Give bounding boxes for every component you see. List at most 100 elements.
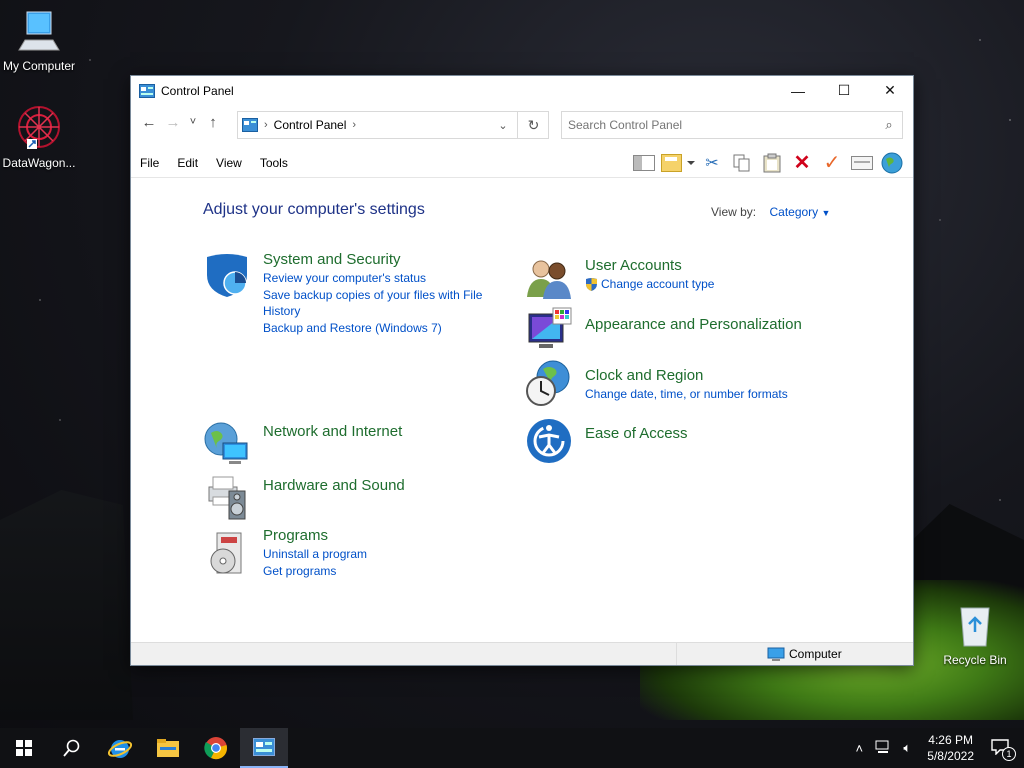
recent-locations-button[interactable]: ˅ xyxy=(185,110,201,134)
copy-icon[interactable] xyxy=(727,150,757,176)
menu-file[interactable]: File xyxy=(131,156,168,170)
category-title[interactable]: Clock and Region xyxy=(585,367,825,385)
delete-icon[interactable]: ✕ xyxy=(787,150,817,176)
minimize-button[interactable]: — xyxy=(775,76,821,105)
control-panel-icon xyxy=(139,83,155,98)
link-uninstall-program[interactable]: Uninstall a program xyxy=(263,546,503,562)
folder-icon xyxy=(157,739,179,757)
desktop-icon-recycle-bin[interactable]: Recycle Bin xyxy=(933,602,1017,667)
clock-date: 5/8/2022 xyxy=(927,749,974,763)
category-title[interactable]: Programs xyxy=(263,527,503,545)
address-dropdown-icon[interactable]: ⌄ xyxy=(490,119,516,132)
properties-icon[interactable] xyxy=(847,150,877,176)
computer-icon xyxy=(767,647,785,661)
menu-tools[interactable]: Tools xyxy=(251,156,297,170)
action-center-icon[interactable]: 1 xyxy=(988,738,1016,761)
taskbar: ˄ 🔈︎ 4:26 PM 5/8/2022 1 xyxy=(0,728,1024,768)
desktop-icon-label: Recycle Bin xyxy=(943,653,1007,667)
category-title[interactable]: User Accounts xyxy=(585,257,825,275)
ease-of-access-icon xyxy=(527,419,571,463)
appearance-icon xyxy=(528,307,572,348)
windows-logo-icon xyxy=(16,740,32,756)
menu-edit[interactable]: Edit xyxy=(168,156,207,170)
change-view-icon[interactable] xyxy=(659,150,697,176)
network-icon[interactable] xyxy=(871,740,895,757)
window-title: Control Panel xyxy=(161,83,234,98)
cut-icon[interactable]: ✂ xyxy=(697,150,727,176)
view-by-dropdown[interactable]: Category ▼ xyxy=(769,205,830,219)
page-title: Adjust your computer's settings xyxy=(203,201,425,218)
desktop-icon-label: My Computer xyxy=(2,59,76,73)
view-by-control: View by: Category ▼ xyxy=(711,205,830,219)
network-globe-icon xyxy=(204,422,248,464)
link-review-status[interactable]: Review your computer's status xyxy=(263,270,503,286)
menu-view[interactable]: View xyxy=(207,156,251,170)
desktop-icon-datawagon[interactable]: DataWagon... xyxy=(0,105,81,170)
search-icon xyxy=(63,739,80,757)
programs-icon xyxy=(210,532,242,574)
close-button[interactable]: ✕ xyxy=(867,76,913,105)
internet-explorer-icon xyxy=(108,740,132,758)
notification-count-badge: 1 xyxy=(1002,746,1016,761)
chrome-icon xyxy=(204,737,227,760)
main-content: Adjust your computer's settings View by:… xyxy=(131,179,913,642)
checkmark-icon[interactable]: ✓ xyxy=(817,150,847,176)
breadcrumb-chevron-icon[interactable]: › xyxy=(352,119,356,131)
control-panel-icon xyxy=(242,118,258,132)
maximize-button[interactable]: ☐ xyxy=(821,76,867,105)
status-computer: Computer xyxy=(767,647,842,661)
link-change-date-time[interactable]: Change date, time, or number formats xyxy=(585,386,825,402)
menu-bar: File Edit View Tools ✂ ✕ ✓ xyxy=(131,148,913,178)
control-panel-window: Control Panel — ☐ ✕ ← → ˅ ↑ › Control Pa… xyxy=(130,75,914,666)
system-tray: ˄ 🔈︎ 4:26 PM 5/8/2022 1 xyxy=(847,728,1024,768)
refresh-button[interactable]: ↻ xyxy=(517,111,549,139)
control-panel-icon xyxy=(253,738,275,756)
category-title[interactable]: System and Security xyxy=(263,251,503,269)
category-title[interactable]: Ease of Access xyxy=(585,425,825,443)
category-title[interactable]: Appearance and Personalization xyxy=(585,316,825,334)
back-button[interactable]: ← xyxy=(137,110,161,134)
status-bar: Computer xyxy=(131,642,913,665)
category-title[interactable]: Network and Internet xyxy=(263,423,503,441)
users-icon xyxy=(527,260,571,299)
toolbar: ✂ ✕ ✓ xyxy=(629,150,913,176)
datawagon-icon xyxy=(18,106,60,149)
paste-icon[interactable] xyxy=(757,150,787,176)
clock[interactable]: 4:26 PM 5/8/2022 xyxy=(927,732,974,764)
forward-button[interactable]: → xyxy=(161,110,185,134)
uac-shield-icon xyxy=(586,278,597,291)
address-bar[interactable]: › Control Panel › ⌄ xyxy=(237,111,549,139)
show-hidden-icons-chevron-icon[interactable]: ˄ xyxy=(847,741,871,756)
file-explorer-button[interactable] xyxy=(144,728,192,768)
search-taskbar-button[interactable] xyxy=(48,728,96,768)
chrome-button[interactable] xyxy=(192,728,240,768)
shield-icon xyxy=(207,254,247,297)
preview-pane-icon[interactable] xyxy=(629,150,659,176)
printer-speaker-icon xyxy=(208,476,246,520)
view-by-label: View by: xyxy=(711,205,757,219)
internet-explorer-button[interactable] xyxy=(96,728,144,768)
search-icon[interactable]: ⌕ xyxy=(876,117,902,133)
control-panel-taskbar-button[interactable] xyxy=(240,728,288,768)
search-box: ⌕ xyxy=(561,111,903,139)
link-file-history[interactable]: Save backup copies of your files with Fi… xyxy=(263,287,503,319)
globe-icon[interactable] xyxy=(877,150,907,176)
desktop-icon-label: DataWagon... xyxy=(2,156,76,170)
start-button[interactable] xyxy=(0,728,48,768)
breadcrumb-control-panel[interactable]: Control Panel xyxy=(274,118,347,132)
breadcrumb-separator-icon: › xyxy=(264,119,268,131)
clock-time: 4:26 PM xyxy=(928,733,973,747)
category-title[interactable]: Hardware and Sound xyxy=(263,477,503,495)
search-input[interactable] xyxy=(562,118,876,132)
chevron-down-icon: ▼ xyxy=(821,208,831,218)
link-get-programs[interactable]: Get programs xyxy=(263,563,503,579)
link-change-account-type[interactable]: Change account type xyxy=(585,276,825,292)
volume-icon[interactable]: 🔈︎ xyxy=(895,740,919,756)
up-button[interactable]: ↑ xyxy=(201,110,225,134)
desktop-icon-my-computer[interactable]: My Computer xyxy=(0,10,81,73)
title-bar[interactable]: Control Panel — ☐ ✕ xyxy=(131,76,913,105)
computer-icon xyxy=(18,11,60,51)
recycle-bin-icon xyxy=(960,607,990,647)
link-backup-restore[interactable]: Backup and Restore (Windows 7) xyxy=(263,320,503,336)
clock-globe-icon xyxy=(526,360,570,406)
